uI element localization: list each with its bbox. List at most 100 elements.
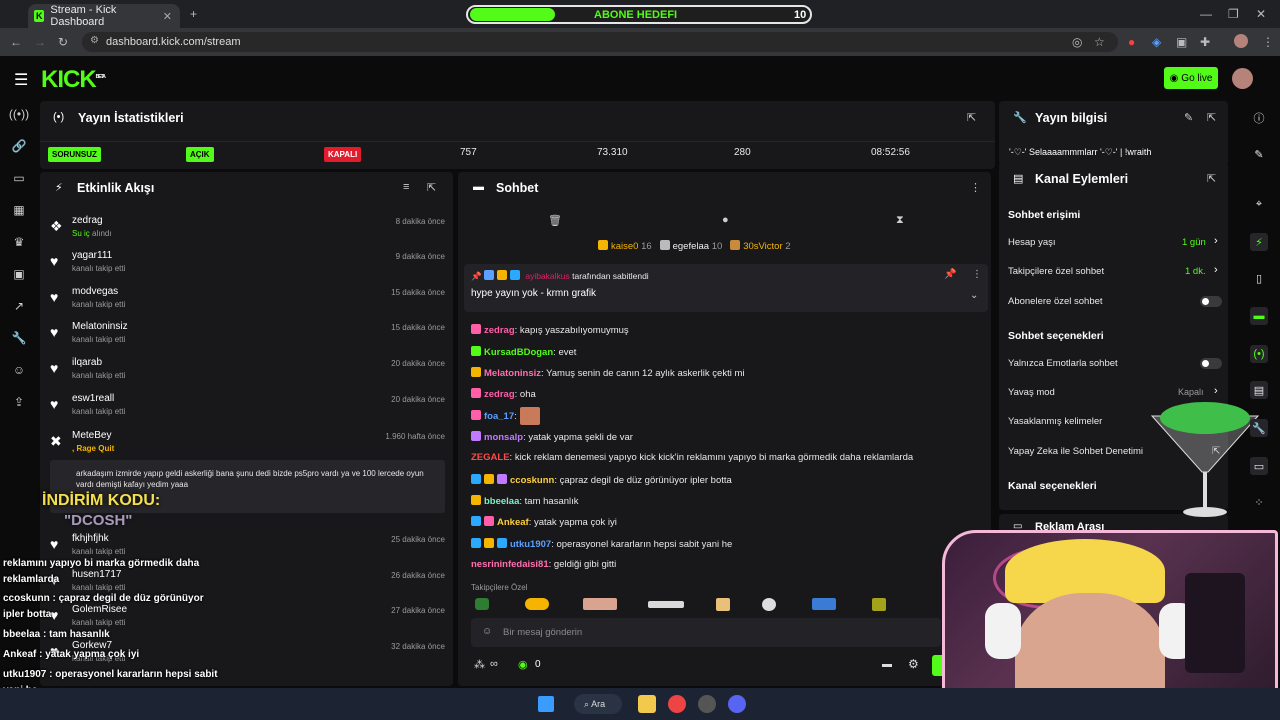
bookmark-star-icon[interactable]: ☆ bbox=[1094, 35, 1105, 49]
pinned-by[interactable]: ayibakalkus bbox=[525, 271, 569, 281]
feed-username[interactable]: ilqarab bbox=[72, 357, 102, 368]
chat-username[interactable]: Melatoninsiz bbox=[484, 368, 541, 379]
gifter-name[interactable]: kaise0 bbox=[611, 241, 638, 252]
popout-icon[interactable]: ⇱ bbox=[1207, 172, 1216, 185]
window-icon[interactable]: ▭ bbox=[10, 169, 28, 187]
emote-icon[interactable] bbox=[525, 598, 549, 610]
extension-icon[interactable]: ▣ bbox=[1176, 35, 1187, 49]
feed-username[interactable]: modvegas bbox=[72, 286, 118, 297]
kick-logo[interactable]: KICKBETA bbox=[41, 66, 106, 94]
trophy-icon[interactable]: ♛ bbox=[10, 233, 28, 251]
chat-username[interactable]: ccoskunn bbox=[510, 475, 554, 486]
feed-username[interactable]: zedrag bbox=[72, 215, 103, 226]
filter-icon[interactable]: ≡ bbox=[403, 181, 409, 193]
feed-username[interactable]: yagar111 bbox=[72, 250, 112, 261]
chat-username[interactable]: zedrag bbox=[484, 389, 515, 400]
popout-icon[interactable]: ⇱ bbox=[427, 181, 436, 194]
infinity-icon[interactable]: ∞ bbox=[490, 658, 498, 670]
account-age-value[interactable]: 1 gün bbox=[1182, 237, 1206, 248]
emote-icon[interactable] bbox=[872, 598, 886, 611]
url-field[interactable]: ⚙ dashboard.kick.com/stream bbox=[82, 32, 1118, 52]
chrome-icon[interactable] bbox=[668, 695, 686, 713]
popout-icon[interactable]: ⇱ bbox=[1207, 111, 1216, 124]
gifter-name[interactable]: 30sVictor bbox=[743, 241, 782, 252]
users-icon[interactable]: ☺ bbox=[10, 361, 28, 379]
popout-icon[interactable]: ⇱ bbox=[967, 111, 976, 124]
chevron-right-icon[interactable]: › bbox=[1214, 264, 1218, 276]
new-tab-button[interactable]: + bbox=[190, 7, 197, 21]
chat-username[interactable]: Ankeaf bbox=[497, 517, 529, 528]
extension-icon[interactable]: ◈ bbox=[1152, 35, 1161, 49]
file-icon[interactable]: ▯ bbox=[1250, 269, 1268, 287]
obs-icon[interactable] bbox=[698, 695, 716, 713]
broadcast-icon[interactable]: (•) bbox=[1250, 345, 1268, 363]
subscribers-only-toggle[interactable] bbox=[1200, 296, 1222, 307]
feed-username[interactable]: GolemRisee bbox=[72, 604, 127, 615]
feed-item[interactable]: ♥ yagar111 kanalı takip etti 9 dakika önce bbox=[50, 250, 450, 285]
feed-item[interactable]: ♥ modvegas kanalı takip etti 15 dakika önce bbox=[50, 286, 450, 321]
hourglass-icon[interactable]: ⧗ bbox=[896, 214, 904, 227]
window-icon[interactable]: ▭ bbox=[1250, 457, 1268, 475]
browser-menu-icon[interactable]: ⋮ bbox=[1262, 35, 1274, 49]
gifter-name[interactable]: egefelaa bbox=[673, 241, 709, 252]
back-icon[interactable]: ← bbox=[10, 35, 22, 49]
feed-username[interactable]: husen1717 bbox=[72, 569, 122, 580]
edit-pencil-icon[interactable]: ✎ bbox=[1184, 111, 1193, 124]
emote-icon[interactable] bbox=[812, 598, 836, 610]
chat-bubble-icon[interactable]: ▬ bbox=[882, 659, 892, 670]
chat-username[interactable]: nesrininfedaisi81 bbox=[471, 559, 549, 570]
feed-item[interactable]: ❖ zedrag Su iç alındı 8 dakika önce bbox=[50, 215, 450, 250]
file-explorer-icon[interactable] bbox=[638, 695, 656, 713]
extensions-puzzle-icon[interactable]: ✚ bbox=[1200, 35, 1210, 49]
maximize-icon[interactable]: ❐ bbox=[1228, 7, 1239, 21]
emote-icon[interactable] bbox=[648, 601, 684, 608]
feed-username[interactable]: Melatoninsiz bbox=[72, 321, 128, 332]
feed-username[interactable]: esw1reall bbox=[72, 393, 114, 404]
emote-only-toggle[interactable] bbox=[1200, 358, 1222, 369]
slow-mode-icon[interactable]: ⁂ bbox=[474, 658, 485, 671]
user-avatar[interactable] bbox=[1232, 68, 1253, 89]
chat-username[interactable]: zedrag bbox=[484, 325, 515, 336]
chat-username[interactable]: bbeelaa bbox=[484, 496, 519, 507]
minimize-icon[interactable]: — bbox=[1200, 7, 1212, 21]
hamburger-icon[interactable]: ☰ bbox=[14, 70, 28, 90]
slow-mode-value[interactable]: Kapalı bbox=[1178, 387, 1204, 397]
windows-start-icon[interactable] bbox=[538, 696, 554, 712]
chat-mode-icon[interactable]: ● bbox=[722, 214, 729, 226]
focus-icon[interactable]: ⌖ bbox=[1250, 195, 1268, 213]
wrench-icon[interactable]: 🔧 bbox=[10, 329, 28, 347]
feed-username[interactable]: fkhjhfjhk bbox=[72, 533, 109, 544]
browser-tab[interactable]: K Stream - Kick Dashboard ✕ bbox=[28, 4, 180, 28]
profile-avatar[interactable] bbox=[1234, 34, 1248, 48]
reload-icon[interactable]: ↻ bbox=[58, 35, 68, 49]
discord-icon[interactable] bbox=[728, 695, 746, 713]
apps-icon[interactable]: ⁘ bbox=[1250, 493, 1268, 511]
emote-picker-icon[interactable]: ☺ bbox=[482, 626, 492, 637]
go-live-button[interactable]: ◉ Go live bbox=[1164, 67, 1218, 89]
wrench-icon[interactable]: 🔧 bbox=[1250, 419, 1268, 437]
feed-item[interactable]: ♥ GolemRisee kanalı takip etti 27 dakika ön… bbox=[50, 604, 450, 639]
chat-icon[interactable]: ▬ bbox=[1250, 307, 1268, 325]
stream-nav-icon[interactable]: ((•)) bbox=[9, 105, 29, 123]
pinned-message[interactable]: 📌 ayibakalkus tarafından sabitlendi hype… bbox=[464, 264, 988, 312]
send-button[interactable] bbox=[932, 655, 942, 676]
feed-item[interactable]: ♥ Melatoninsiz kanalı takip etti 15 dakika … bbox=[50, 321, 450, 356]
feed-username[interactable]: MeteBey bbox=[72, 430, 111, 441]
channel-points-icon[interactable]: ◉ bbox=[518, 658, 528, 671]
site-info-icon[interactable]: ⚙ bbox=[90, 35, 99, 46]
chevron-down-icon[interactable]: ⌄ bbox=[970, 290, 978, 301]
link-icon[interactable]: 🔗 bbox=[10, 137, 28, 155]
chat-username[interactable]: utku1907 bbox=[510, 539, 551, 550]
feed-item[interactable]: ♥ ilqarab kanalı takip etti 20 dakika önce bbox=[50, 357, 450, 392]
tracking-icon[interactable]: ◎ bbox=[1072, 35, 1082, 49]
close-window-icon[interactable]: ✕ bbox=[1256, 7, 1266, 21]
lightning-icon[interactable]: ⚡ bbox=[1250, 233, 1268, 251]
chevron-right-icon[interactable]: › bbox=[1214, 385, 1218, 397]
chat-username[interactable]: monsalp bbox=[484, 432, 523, 443]
emote-icon[interactable] bbox=[583, 598, 617, 610]
analytics-icon[interactable]: ▦ bbox=[10, 201, 28, 219]
emote-icon[interactable] bbox=[716, 598, 730, 611]
feed-item[interactable]: ♥ esw1reall kanalı takip etti 20 dakika önc… bbox=[50, 393, 450, 428]
unpin-icon[interactable]: 📌 bbox=[944, 269, 956, 280]
chart-icon[interactable]: ↗ bbox=[10, 297, 28, 315]
